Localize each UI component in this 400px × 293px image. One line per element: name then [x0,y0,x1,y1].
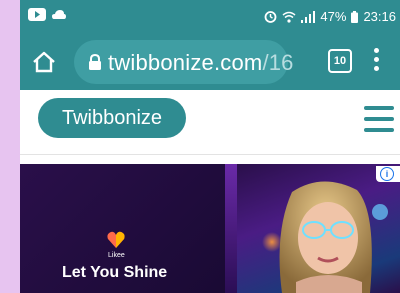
tabs-button[interactable]: 10 [328,49,352,73]
clock: 23:16 [363,9,396,24]
info-icon[interactable]: i [380,167,394,181]
wifi-icon [282,11,296,23]
ad-mid-strip [225,164,237,293]
site-logo-label: Twibbonize [61,107,163,129]
kebab-menu-icon[interactable] [374,48,380,74]
youtube-icon [28,8,46,21]
ad-model-photo [262,181,388,293]
status-bar: 47% 23:16 [20,0,400,34]
status-left [28,8,66,21]
battery-percent: 47% [320,9,347,24]
home-icon[interactable] [32,51,56,73]
url-text: twibbonize.com/16 [108,50,294,76]
browser-toolbar: twibbonize.com/16 10 [20,34,400,90]
phone-screen: 47% 23:16 twibbonize.com/16 10 Twibboniz… [20,0,400,293]
ad-headline: Let You Shine [62,264,168,281]
url-path: /16 [262,50,294,75]
battery-icon [351,10,359,23]
ad-brand: Likee [108,252,125,259]
hamburger-icon[interactable] [364,106,394,132]
url-domain: twibbonize.com [108,50,263,75]
status-right: 47% 23:16 [264,9,396,24]
site-header: Twibbonize [20,90,400,148]
ad-banner[interactable]: Likee Let You Shine i [20,164,400,293]
likee-logo-icon [107,231,125,248]
site-logo-button[interactable]: Twibbonize [38,98,186,138]
header-divider [20,154,400,155]
alarm-icon [265,11,277,23]
signal-icon [301,10,316,23]
tab-count: 10 [333,55,347,67]
lock-icon [89,54,101,70]
cloud-icon [52,10,66,19]
address-bar[interactable]: twibbonize.com/16 [74,40,293,84]
ad-choices[interactable]: i [376,166,400,182]
